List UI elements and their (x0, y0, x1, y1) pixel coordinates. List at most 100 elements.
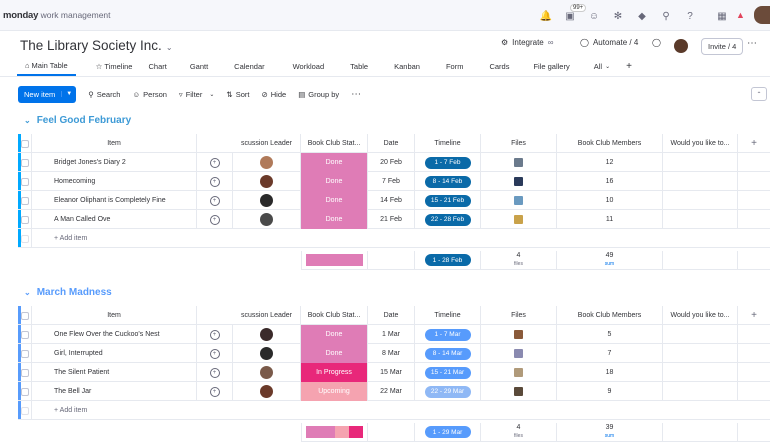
select-all-checkbox[interactable] (18, 306, 32, 325)
files-cell[interactable] (481, 210, 557, 229)
board-title[interactable]: The Library Society Inc. ⌄ (20, 38, 173, 53)
tab-calendar[interactable]: Calendar (226, 57, 272, 76)
timeline-pill[interactable]: 8 - 14 Mar (424, 347, 471, 360)
hide-button[interactable]: ⊘ Hide (261, 90, 286, 99)
column-header-would-you-like[interactable]: Would you like to... (663, 306, 738, 325)
row-checkbox[interactable] (20, 349, 29, 358)
checkbox[interactable] (20, 139, 29, 148)
bell-icon[interactable]: 🔔 (534, 6, 558, 26)
conversation-cell[interactable]: + (197, 382, 233, 401)
files-cell[interactable] (481, 153, 557, 172)
tab-table[interactable]: Table (342, 57, 376, 76)
person-avatar[interactable] (260, 175, 273, 188)
add-update-icon[interactable]: + (209, 367, 220, 378)
would-you-like-cell[interactable] (663, 191, 738, 210)
automate-button[interactable]: ◯ Automate / 4 (580, 38, 638, 47)
brand-logo[interactable]: monday work management (3, 10, 111, 21)
row-checkbox-cell[interactable] (18, 344, 32, 363)
add-update-icon[interactable]: + (209, 329, 220, 340)
status-cell[interactable]: Done (301, 153, 368, 172)
would-you-like-cell[interactable] (663, 210, 738, 229)
column-header-date[interactable]: Date (368, 134, 415, 153)
members-cell[interactable]: 12 (557, 153, 663, 172)
add-column-icon[interactable]: + (738, 134, 770, 153)
group-by-button[interactable]: ▤ Group by (298, 90, 339, 99)
grid-menu-icon[interactable]: ▦ (710, 6, 734, 26)
status-summary-cell[interactable] (301, 423, 368, 442)
row-checkbox-cell[interactable] (18, 172, 32, 191)
timeline-pill[interactable]: 22 - 28 Feb (424, 213, 471, 226)
person-avatar[interactable] (260, 194, 273, 207)
row-checkbox-cell[interactable] (18, 210, 32, 229)
add-item-label[interactable]: + Add item (54, 235, 87, 242)
item-name-cell[interactable]: Bridget Jones's Diary 2 (32, 153, 197, 172)
column-header-discussion-leader[interactable]: scussion Leader (233, 306, 301, 325)
comment-icon[interactable]: ◯ (652, 38, 661, 47)
add-update-icon[interactable]: + (209, 176, 220, 187)
timeline-cell[interactable]: 15 - 21 Mar (415, 363, 481, 382)
conversation-cell[interactable]: + (197, 191, 233, 210)
table-row[interactable]: Bridget Jones's Diary 2 + Done 20 Feb 1 - 7 … (18, 153, 770, 172)
add-update-icon[interactable]: + (209, 386, 220, 397)
add-update-icon[interactable]: + (209, 214, 220, 225)
tab-form[interactable]: Form (438, 57, 472, 76)
column-header-date[interactable]: Date (368, 306, 415, 325)
files-cell[interactable] (481, 325, 557, 344)
files-cell[interactable] (481, 344, 557, 363)
discussion-leader-cell[interactable] (233, 172, 301, 191)
item-name[interactable]: A Man Called Ove (54, 216, 110, 223)
item-name-cell[interactable]: One Flew Over the Cuckoo's Nest (32, 325, 197, 344)
status-cell[interactable]: Done (301, 210, 368, 229)
column-header-files[interactable]: Files (481, 306, 557, 325)
discussion-leader-cell[interactable] (233, 210, 301, 229)
sort-button[interactable]: ⇅ Sort (226, 90, 249, 99)
table-row[interactable]: The Silent Patient + In Progress 15 Mar 15 -… (18, 363, 770, 382)
tab-kanban[interactable]: Kanban (386, 57, 428, 76)
select-all-checkbox[interactable] (18, 134, 32, 153)
row-checkbox[interactable] (20, 368, 29, 377)
item-name-cell[interactable]: The Bell Jar (32, 382, 197, 401)
row-checkbox-cell[interactable] (18, 325, 32, 344)
date-cell[interactable]: 7 Feb (368, 172, 415, 191)
item-name[interactable]: The Bell Jar (54, 388, 91, 395)
chevron-down-icon[interactable]: ⌄ (166, 43, 173, 52)
would-you-like-cell[interactable] (663, 363, 738, 382)
row-checkbox[interactable] (20, 196, 29, 205)
row-checkbox[interactable] (20, 387, 29, 396)
help-icon[interactable]: ? (678, 6, 702, 26)
tab-main-table[interactable]: ⌂ Main Table (17, 57, 76, 76)
files-cell[interactable] (481, 363, 557, 382)
would-you-like-cell[interactable] (663, 344, 738, 363)
add-item-cell[interactable]: + Add item (32, 401, 770, 420)
status-cell[interactable]: Done (301, 325, 368, 344)
chevron-down-icon[interactable]: ⌄ (24, 288, 31, 297)
add-view-icon[interactable]: + (618, 57, 640, 76)
add-update-icon[interactable]: + (209, 348, 220, 359)
search-button[interactable]: ⚲ Search (88, 90, 120, 99)
would-you-like-cell[interactable] (663, 153, 738, 172)
discussion-leader-cell[interactable] (233, 344, 301, 363)
status-cell[interactable]: Upcoming (301, 382, 368, 401)
invite-button[interactable]: Invite / 4 (701, 38, 744, 55)
row-checkbox[interactable] (20, 158, 29, 167)
timeline-pill[interactable]: 15 - 21 Mar (424, 366, 471, 379)
status-cell[interactable]: Done (301, 191, 368, 210)
file-thumbnail-icon[interactable] (514, 330, 523, 339)
column-header-status[interactable]: Book Club Stat... (301, 134, 368, 153)
status-cell[interactable]: Done (301, 344, 368, 363)
file-thumbnail-icon[interactable] (514, 158, 523, 167)
discussion-leader-cell[interactable] (233, 382, 301, 401)
item-name[interactable]: Eleanor Oliphant is Completely Fine (54, 197, 166, 204)
conversation-cell[interactable]: + (197, 344, 233, 363)
date-cell[interactable]: 14 Feb (368, 191, 415, 210)
conversation-cell[interactable]: + (197, 210, 233, 229)
date-cell[interactable]: 20 Feb (368, 153, 415, 172)
table-row[interactable]: Girl, Interrupted + Done 8 Mar 8 - 14 Mar 7 (18, 344, 770, 363)
status-cell[interactable]: Done (301, 172, 368, 191)
person-avatar[interactable] (260, 213, 273, 226)
table-row[interactable]: Homecoming + Done 7 Feb 8 - 14 Feb 16 (18, 172, 770, 191)
discussion-leader-cell[interactable] (233, 363, 301, 382)
timeline-cell[interactable]: 22 - 28 Feb (415, 210, 481, 229)
tab-workload[interactable]: Workload (285, 57, 333, 76)
column-header-members[interactable]: Book Club Members (557, 134, 663, 153)
